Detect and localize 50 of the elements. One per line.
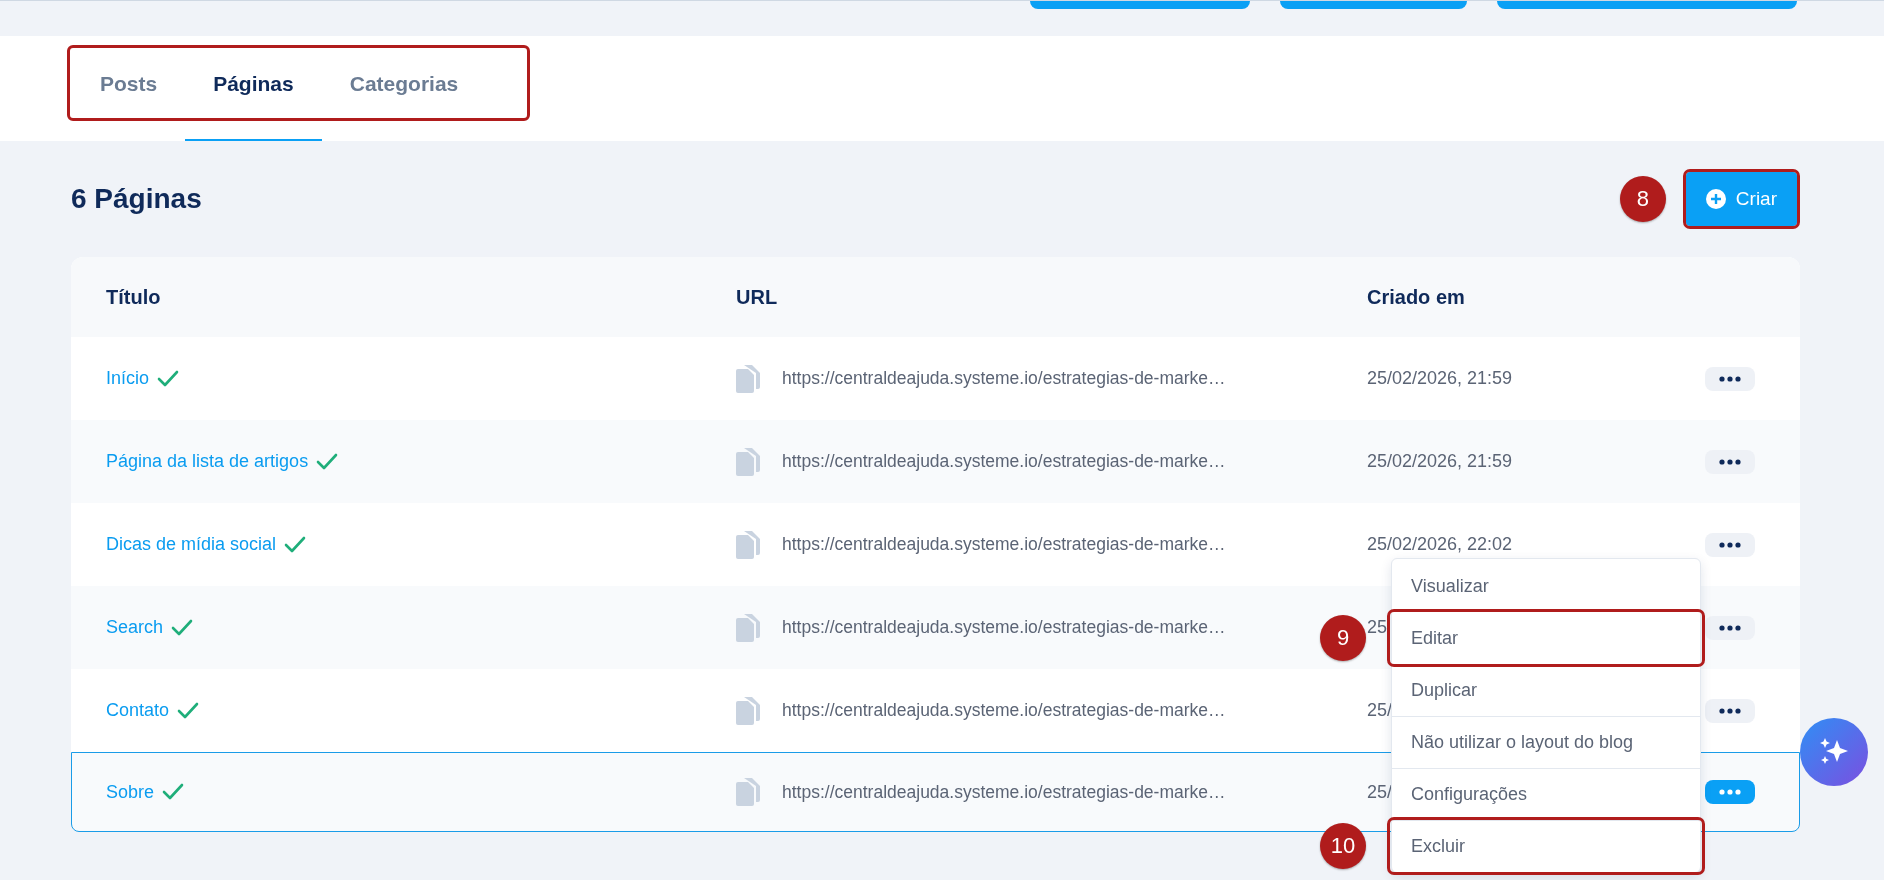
created-date: 25/02/2026, 22:02 [1367,534,1513,555]
dots-icon [1719,541,1741,548]
menu-item[interactable]: Não utilizar o layout do blog [1392,716,1700,768]
menu-item[interactable]: Excluir [1390,820,1702,872]
created-date: 25/ [1367,700,1393,721]
table-row[interactable]: Página da lista de artigos https://centraldeajuda.systeme.io/estrategias-de-marke… 25/02/2026, 21:59 [71,420,1800,503]
column-header: Título [106,285,162,309]
plus-circle-icon [1705,189,1726,209]
page-title-link[interactable]: Contato [106,700,170,721]
toolbar-button[interactable] [1497,1,1797,9]
created-date: 25 [1367,617,1388,638]
created-date: 25/02/2026, 21:59 [1367,368,1513,389]
url-text: https://centraldeajuda.systeme.io/estrategias-de-marke… [782,368,1226,389]
column-header: URL [736,285,779,309]
more-options-button[interactable] [1705,532,1755,557]
copy-icon[interactable] [736,447,760,476]
tab[interactable]: Páginas [185,45,322,141]
dots-icon [1719,789,1741,795]
copy-icon[interactable] [736,364,760,393]
step-number-badge: 8 [1619,176,1666,222]
url-text: https://centraldeajuda.systeme.io/estrategias-de-marke… [782,700,1226,721]
page-title-link[interactable]: Início [106,368,150,389]
menu-item[interactable]: Editar [1390,612,1702,664]
toolbar-button[interactable] [1280,1,1467,9]
copy-icon[interactable] [736,613,760,642]
more-options-button[interactable] [1705,698,1755,723]
copy-icon[interactable] [736,778,760,806]
menu-item[interactable]: Configurações [1392,768,1700,820]
page-title-link[interactable]: Dicas de mídia social [106,534,277,555]
tab[interactable]: Categorias [321,45,487,141]
copy-icon[interactable] [736,530,760,559]
copy-icon[interactable] [736,696,760,725]
toolbar-button[interactable] [1030,1,1250,9]
dots-icon [1719,375,1741,382]
more-options-button[interactable] [1705,449,1755,474]
dots-icon [1719,624,1741,631]
more-options-button[interactable] [1705,366,1755,391]
created-date: 25/ [1367,781,1393,803]
url-text: https://centraldeajuda.systeme.io/estrategias-de-marke… [782,451,1226,472]
url-text: https://centraldeajuda.systeme.io/estrategias-de-marke… [782,781,1226,803]
dots-icon [1719,458,1741,465]
created-date: 25/02/2026, 21:59 [1367,451,1513,472]
page-heading: 6 Páginas [71,183,202,215]
column-header: Criado em [1367,285,1466,309]
url-text: https://centraldeajuda.systeme.io/estrategias-de-marke… [782,617,1226,638]
step-number-badge: 10 [1320,823,1366,869]
url-text: https://centraldeajuda.systeme.io/estrategias-de-marke… [782,534,1226,555]
more-options-button[interactable] [1705,615,1755,640]
dots-icon [1719,707,1741,714]
tab[interactable]: Posts [72,45,186,141]
